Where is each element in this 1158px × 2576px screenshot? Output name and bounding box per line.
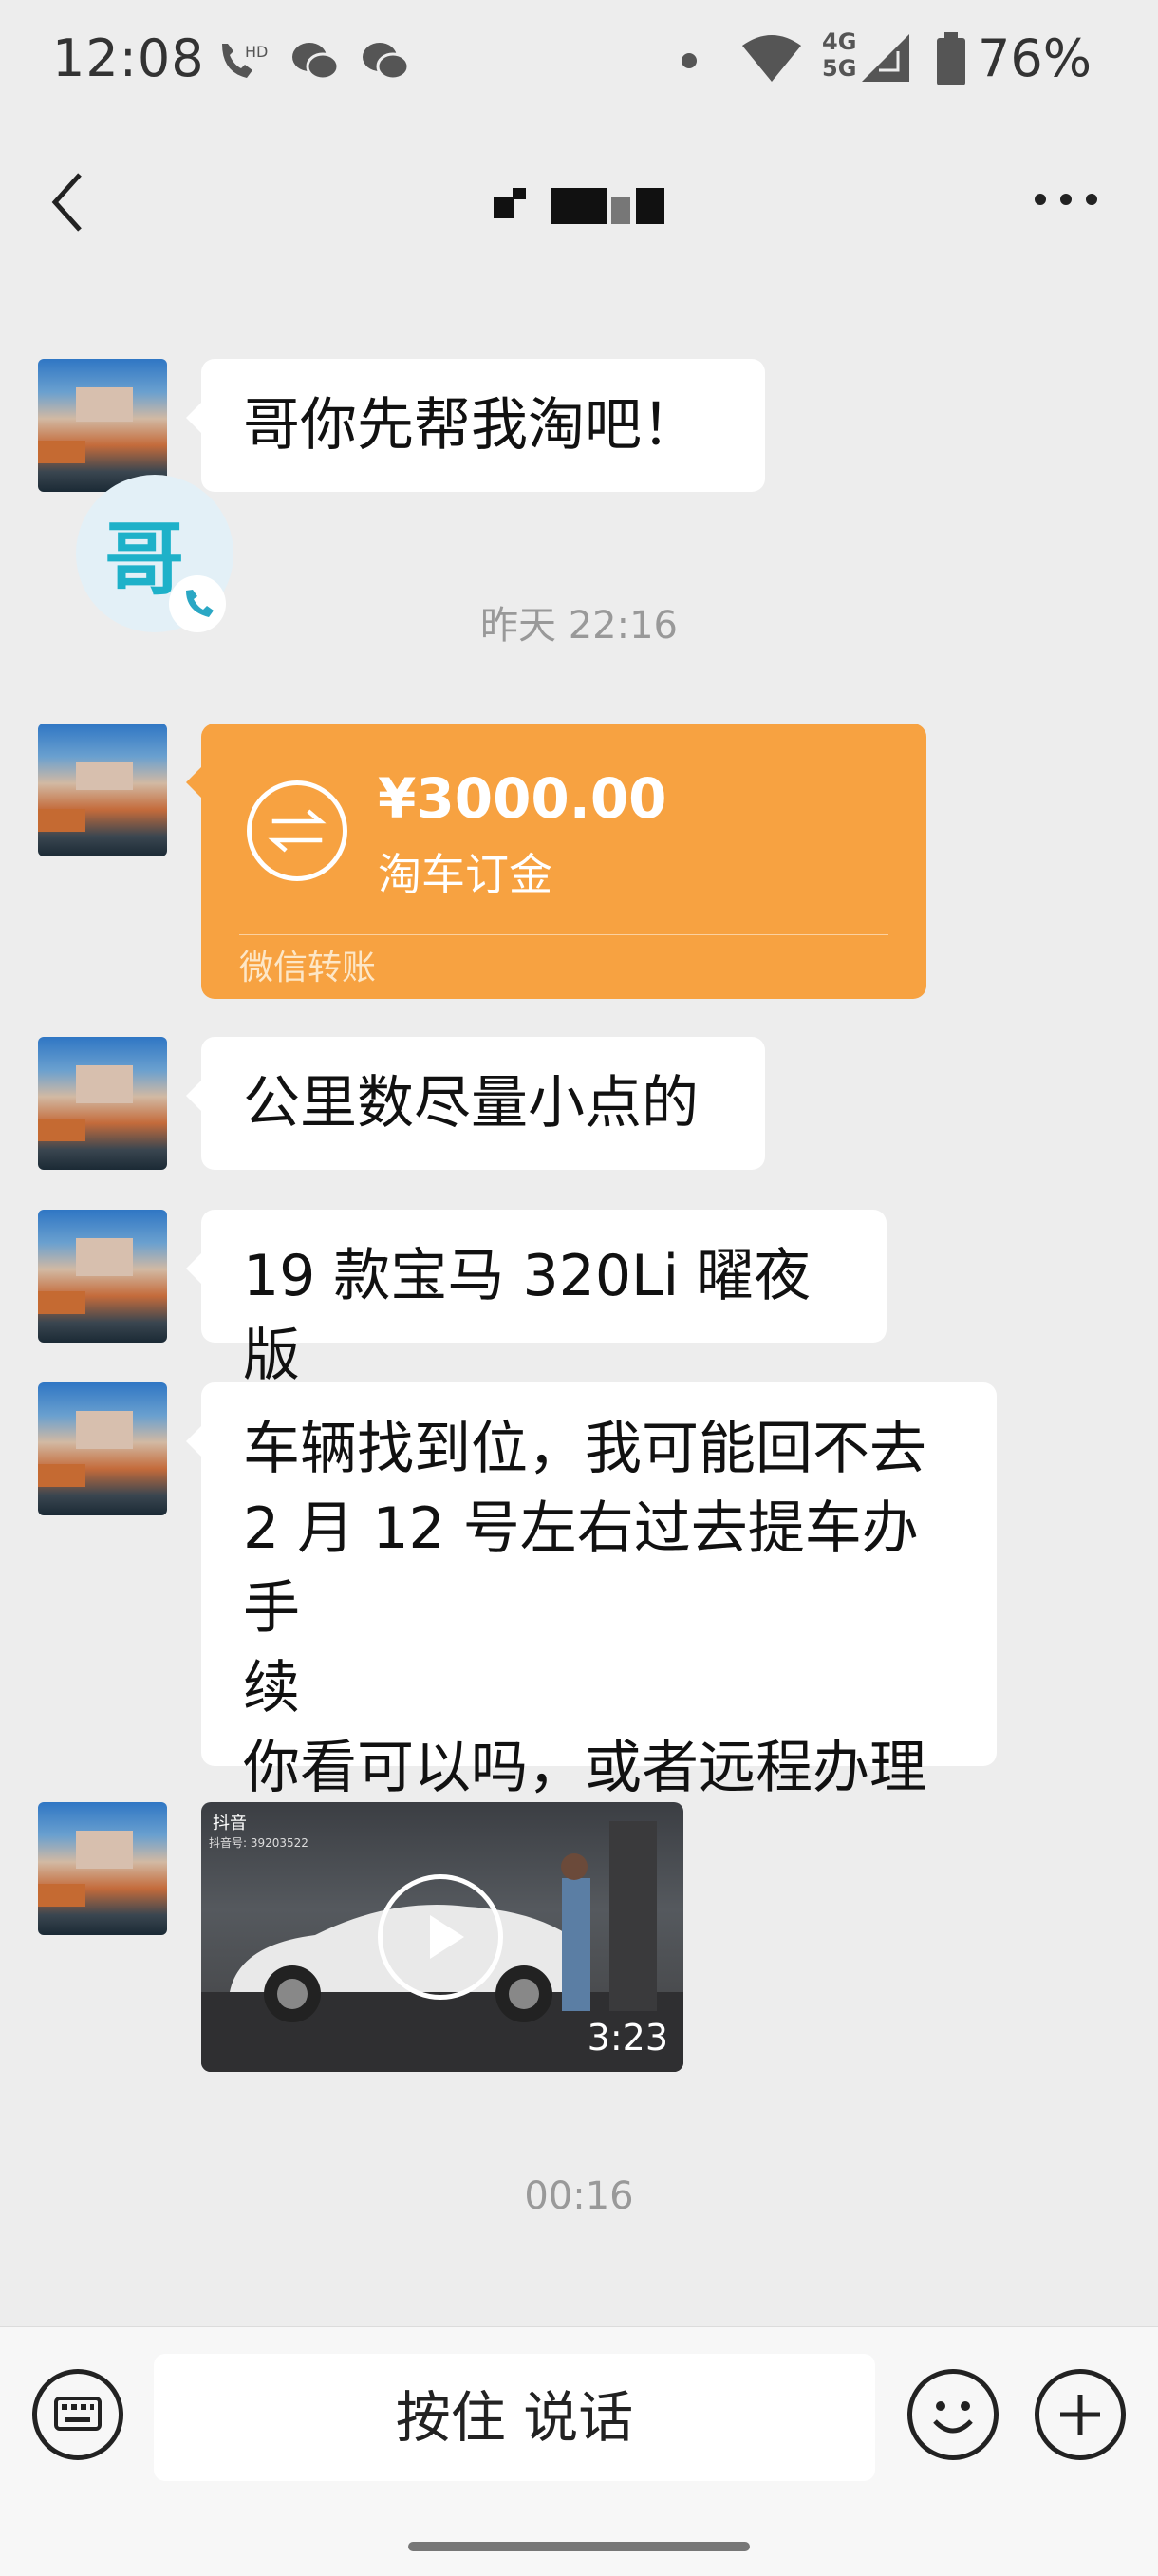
wifi-icon — [742, 35, 801, 82]
clock: 12:08 — [52, 28, 205, 88]
network-type: 4G 5G — [822, 28, 857, 82]
status-bar: 12:08 HD 4G 5G 76% — [0, 0, 1158, 123]
message-bubble[interactable]: 车辆找到位，我可能回不去 2 月 12 号左右过去提车办手 续 你看可以吗，或者… — [186, 1382, 997, 1801]
battery-percent: 76% — [978, 28, 1093, 88]
chat-title-redacted — [494, 188, 664, 228]
dot-icon — [682, 53, 697, 68]
message-line: 车辆找到位，我可能回不去 — [243, 1416, 926, 1482]
avatar[interactable] — [38, 359, 167, 492]
tiktok-account: 抖音号: 39203522 — [209, 1836, 308, 1850]
message-bubble[interactable]: 哥你先帮我淘吧！ — [186, 359, 765, 492]
transfer-footer: 微信转账 — [239, 949, 377, 987]
battery-icon — [937, 32, 965, 85]
wechat-icon — [292, 43, 340, 81]
input-bar: 按住 说话 — [0, 2326, 1158, 2576]
message-line: 2 月 12 号左右过去提车办手 — [243, 1495, 919, 1642]
avatar[interactable] — [38, 1210, 167, 1343]
keyboard-icon[interactable] — [32, 2369, 123, 2460]
hd-label: HD — [245, 43, 268, 61]
message-bubble[interactable]: 公里数尽量小点的 — [186, 1037, 765, 1170]
call-hd-icon: HD — [222, 43, 268, 78]
chat-header — [0, 133, 1158, 256]
plus-icon[interactable] — [1035, 2369, 1126, 2460]
chevron-left-icon[interactable] — [49, 171, 87, 234]
video-duration: 3:23 — [587, 2017, 668, 2059]
home-indicator — [408, 2542, 750, 2551]
video-message[interactable]: 抖音 抖音号: 39203522 3:23 — [201, 1802, 683, 2072]
signal-icon — [862, 34, 909, 82]
timestamp: 昨天 22:16 — [480, 604, 678, 648]
transfer-amount: ¥3000.00 — [378, 766, 667, 831]
avatar[interactable] — [38, 1802, 167, 1935]
divider — [239, 934, 888, 935]
avatar[interactable] — [38, 1037, 167, 1170]
play-icon[interactable] — [378, 1874, 503, 2000]
emoji-icon[interactable] — [907, 2369, 999, 2460]
hold-to-talk-button[interactable]: 按住 说话 — [154, 2354, 875, 2481]
transfer-icon — [247, 780, 347, 881]
more-icon[interactable] — [1033, 190, 1099, 209]
message-bubble[interactable]: 19 款宝马 320Li 曜夜版 — [186, 1210, 887, 1389]
transfer-card[interactable]: ¥3000.00 淘车订金 微信转账 — [186, 724, 926, 999]
message-line: 续 — [243, 1655, 300, 1721]
avatar[interactable] — [38, 1382, 167, 1515]
timestamp: 00:16 — [524, 2174, 634, 2218]
message-line: 你看可以吗，或者远程办理 — [243, 1735, 926, 1801]
tiktok-logo: 抖音 — [213, 1814, 247, 1833]
transfer-note: 淘车订金 — [378, 849, 552, 900]
avatar[interactable] — [38, 724, 167, 856]
wechat-icon — [363, 43, 410, 81]
